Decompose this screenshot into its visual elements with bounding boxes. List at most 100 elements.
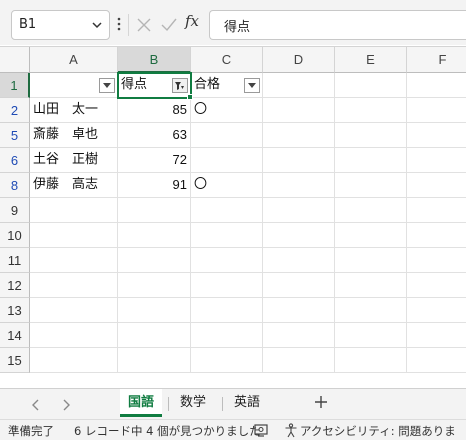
empty-cell[interactable] (263, 73, 335, 98)
cell-a2[interactable]: 山田 太一 (30, 98, 118, 123)
empty-cell[interactable] (263, 173, 335, 198)
empty-cell[interactable] (335, 148, 407, 173)
cell-c5[interactable] (191, 123, 263, 148)
insert-function-button[interactable]: fx (185, 12, 199, 30)
empty-cell[interactable] (407, 348, 466, 373)
empty-cell[interactable] (335, 198, 407, 223)
empty-cell[interactable] (30, 248, 118, 273)
select-all-corner[interactable] (0, 47, 30, 73)
empty-cell[interactable] (263, 273, 335, 298)
empty-cell[interactable] (30, 198, 118, 223)
row-header[interactable]: 8 (0, 173, 30, 198)
column-header-c[interactable]: C (191, 47, 263, 73)
empty-cell[interactable] (118, 223, 191, 248)
filter-dropdown-button[interactable] (244, 78, 260, 93)
empty-cell[interactable] (263, 323, 335, 348)
empty-cell[interactable] (335, 173, 407, 198)
cell-c8[interactable]: 〇 (191, 173, 263, 198)
empty-cell[interactable] (191, 323, 263, 348)
empty-cell[interactable] (407, 98, 466, 123)
empty-cell[interactable] (30, 298, 118, 323)
accessibility-icon[interactable] (284, 423, 298, 438)
chevron-left-icon[interactable] (30, 398, 42, 412)
empty-cell[interactable] (118, 198, 191, 223)
empty-cell[interactable] (263, 198, 335, 223)
column-header-e[interactable]: E (335, 47, 407, 73)
display-settings-icon[interactable] (254, 424, 268, 437)
cancel-icon[interactable] (136, 17, 152, 33)
empty-cell[interactable] (263, 298, 335, 323)
cell-b5[interactable]: 63 (118, 123, 191, 148)
empty-cell[interactable] (407, 73, 466, 98)
empty-cell[interactable] (407, 323, 466, 348)
column-header-d[interactable]: D (263, 47, 335, 73)
empty-cell[interactable] (335, 98, 407, 123)
more-options-icon[interactable] (116, 15, 122, 33)
cell-a8[interactable]: 伊藤 高志 (30, 173, 118, 198)
row-header[interactable]: 9 (0, 198, 30, 223)
empty-cell[interactable] (191, 298, 263, 323)
name-box[interactable]: B1 (11, 10, 110, 40)
empty-cell[interactable] (335, 273, 407, 298)
check-icon[interactable] (160, 17, 178, 33)
empty-cell[interactable] (407, 248, 466, 273)
sheet-tab-kokugo[interactable]: 国語 (120, 389, 162, 417)
empty-cell[interactable] (191, 348, 263, 373)
row-header[interactable]: 6 (0, 148, 30, 173)
column-header-a[interactable]: A (30, 47, 118, 73)
empty-cell[interactable] (263, 223, 335, 248)
empty-cell[interactable] (407, 148, 466, 173)
cell-a5[interactable]: 斎藤 卓也 (30, 123, 118, 148)
column-header-f[interactable]: F (407, 47, 466, 73)
row-header[interactable]: 1 (0, 73, 30, 98)
empty-cell[interactable] (263, 123, 335, 148)
empty-cell[interactable] (407, 173, 466, 198)
empty-cell[interactable] (118, 348, 191, 373)
row-header[interactable]: 15 (0, 348, 30, 373)
cell-b6[interactable]: 72 (118, 148, 191, 173)
row-header[interactable]: 11 (0, 248, 30, 273)
sheet-tab-sugaku[interactable]: 数学 (172, 389, 214, 417)
cell-c6[interactable] (191, 148, 263, 173)
empty-cell[interactable] (118, 248, 191, 273)
sheet-tab-eigo[interactable]: 英語 (226, 389, 268, 417)
empty-cell[interactable] (335, 323, 407, 348)
row-header[interactable]: 13 (0, 298, 30, 323)
row-header[interactable]: 5 (0, 123, 30, 148)
cell-a6[interactable]: 土谷 正樹 (30, 148, 118, 173)
worksheet-grid[interactable]: A B C D E F 1 2 5 6 8 9 10 11 12 13 14 1… (0, 46, 466, 388)
empty-cell[interactable] (335, 73, 407, 98)
filter-applied-button[interactable] (172, 78, 188, 93)
cell-a1[interactable] (30, 73, 118, 98)
empty-cell[interactable] (263, 98, 335, 123)
empty-cell[interactable] (335, 298, 407, 323)
row-header[interactable]: 14 (0, 323, 30, 348)
empty-cell[interactable] (335, 223, 407, 248)
cell-b2[interactable]: 85 (118, 98, 191, 123)
empty-cell[interactable] (30, 323, 118, 348)
formula-input[interactable]: 得点 (209, 10, 466, 40)
empty-cell[interactable] (407, 298, 466, 323)
chevron-right-icon[interactable] (60, 398, 72, 412)
filter-dropdown-button[interactable] (99, 78, 115, 93)
empty-cell[interactable] (263, 248, 335, 273)
empty-cell[interactable] (407, 223, 466, 248)
empty-cell[interactable] (30, 348, 118, 373)
empty-cell[interactable] (118, 298, 191, 323)
empty-cell[interactable] (335, 348, 407, 373)
empty-cell[interactable] (118, 273, 191, 298)
cell-b1[interactable]: 得点 (118, 73, 191, 98)
add-sheet-icon[interactable] (312, 393, 330, 411)
empty-cell[interactable] (407, 273, 466, 298)
empty-cell[interactable] (263, 348, 335, 373)
empty-cell[interactable] (191, 248, 263, 273)
cell-c1[interactable]: 合格 (191, 73, 263, 98)
empty-cell[interactable] (263, 148, 335, 173)
empty-cell[interactable] (30, 223, 118, 248)
column-header-b[interactable]: B (118, 47, 191, 73)
empty-cell[interactable] (191, 223, 263, 248)
chevron-down-icon[interactable] (91, 17, 103, 33)
empty-cell[interactable] (191, 273, 263, 298)
empty-cell[interactable] (335, 123, 407, 148)
empty-cell[interactable] (407, 198, 466, 223)
